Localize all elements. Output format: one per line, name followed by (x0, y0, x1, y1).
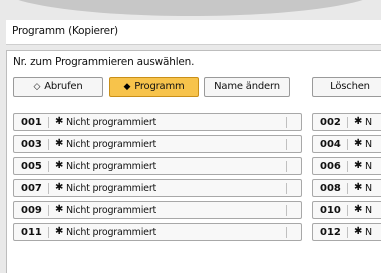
recall-button-label: Abrufen (44, 81, 83, 92)
program-name: N (365, 205, 372, 216)
main-panel: Nr. zum Programmieren auswählen. ◇ Abrufe… (6, 50, 381, 273)
program-number: 010 (320, 205, 341, 216)
program-name: N (365, 227, 372, 238)
divider (48, 161, 49, 172)
program-button-label: Programm (134, 81, 185, 92)
window-title: Programm (Kopierer) (12, 25, 118, 37)
delete-button[interactable]: Löschen (312, 77, 381, 97)
program-slot[interactable]: 002 ✱ N (312, 113, 381, 131)
asterisk-icon: ✱ (354, 160, 363, 171)
program-number: 002 (320, 117, 341, 128)
divider (286, 183, 287, 194)
title-bar: Programm (Kopierer) (6, 20, 381, 45)
divider (347, 117, 348, 128)
divider (286, 139, 287, 150)
divider (48, 117, 49, 128)
diamond-outline-icon: ◇ (33, 82, 41, 92)
program-number: 006 (320, 161, 341, 172)
asterisk-icon: ✱ (55, 226, 64, 237)
program-slot[interactable]: 010 ✱ N (312, 201, 381, 219)
divider (48, 205, 49, 216)
program-slot[interactable]: 005 ✱ Nicht programmiert (13, 157, 302, 175)
asterisk-icon: ✱ (354, 182, 363, 193)
program-slot[interactable]: 007 ✱ Nicht programmiert (13, 179, 302, 197)
program-button[interactable]: ◆ Programm (109, 77, 199, 97)
program-slot[interactable]: 011 ✱ Nicht programmiert (13, 223, 302, 241)
program-name: Nicht programmiert (66, 227, 157, 238)
asterisk-icon: ✱ (354, 116, 363, 127)
program-number: 005 (21, 161, 42, 172)
divider (347, 227, 348, 238)
divider (286, 161, 287, 172)
recall-button[interactable]: ◇ Abrufen (13, 77, 103, 97)
divider (347, 161, 348, 172)
asterisk-icon: ✱ (55, 160, 64, 171)
delete-button-label: Löschen (330, 81, 370, 92)
program-name: Nicht programmiert (66, 161, 157, 172)
program-slot[interactable]: 003 ✱ Nicht programmiert (13, 135, 302, 153)
asterisk-icon: ✱ (55, 138, 64, 149)
divider (347, 183, 348, 194)
divider (286, 117, 287, 128)
divider (48, 227, 49, 238)
program-name: N (365, 183, 372, 194)
instruction-text: Nr. zum Programmieren auswählen. (13, 56, 195, 68)
program-number: 012 (320, 227, 341, 238)
program-number: 001 (21, 117, 42, 128)
asterisk-icon: ✱ (354, 204, 363, 215)
program-slot[interactable]: 006 ✱ N (312, 157, 381, 175)
rename-button-label: Name ändern (214, 81, 280, 92)
program-name: Nicht programmiert (66, 183, 157, 194)
program-slot[interactable]: 012 ✱ N (312, 223, 381, 241)
program-number: 004 (320, 139, 341, 150)
asterisk-icon: ✱ (55, 204, 64, 215)
diamond-filled-icon: ◆ (123, 82, 131, 92)
divider (347, 139, 348, 150)
program-name: Nicht programmiert (66, 139, 157, 150)
program-slot[interactable]: 004 ✱ N (312, 135, 381, 153)
program-slot[interactable]: 008 ✱ N (312, 179, 381, 197)
program-name: N (365, 139, 372, 150)
divider (48, 139, 49, 150)
rename-button[interactable]: Name ändern (204, 77, 290, 97)
program-slot[interactable]: 001 ✱ Nicht programmiert (13, 113, 302, 131)
program-number: 007 (21, 183, 42, 194)
copier-program-screen: Programm (Kopierer) Nr. zum Programmiere… (0, 0, 381, 273)
program-name: N (365, 117, 372, 128)
program-name: Nicht programmiert (66, 117, 157, 128)
program-name: N (365, 161, 372, 172)
divider (286, 205, 287, 216)
divider (48, 183, 49, 194)
program-number: 009 (21, 205, 42, 216)
program-number: 003 (21, 139, 42, 150)
asterisk-icon: ✱ (354, 138, 363, 149)
program-number: 011 (21, 227, 42, 238)
asterisk-icon: ✱ (354, 226, 363, 237)
program-slot[interactable]: 009 ✱ Nicht programmiert (13, 201, 302, 219)
asterisk-icon: ✱ (55, 182, 64, 193)
program-name: Nicht programmiert (66, 205, 157, 216)
program-number: 008 (320, 183, 341, 194)
divider (286, 227, 287, 238)
divider (347, 205, 348, 216)
asterisk-icon: ✱ (55, 116, 64, 127)
top-decoration (0, 0, 381, 16)
